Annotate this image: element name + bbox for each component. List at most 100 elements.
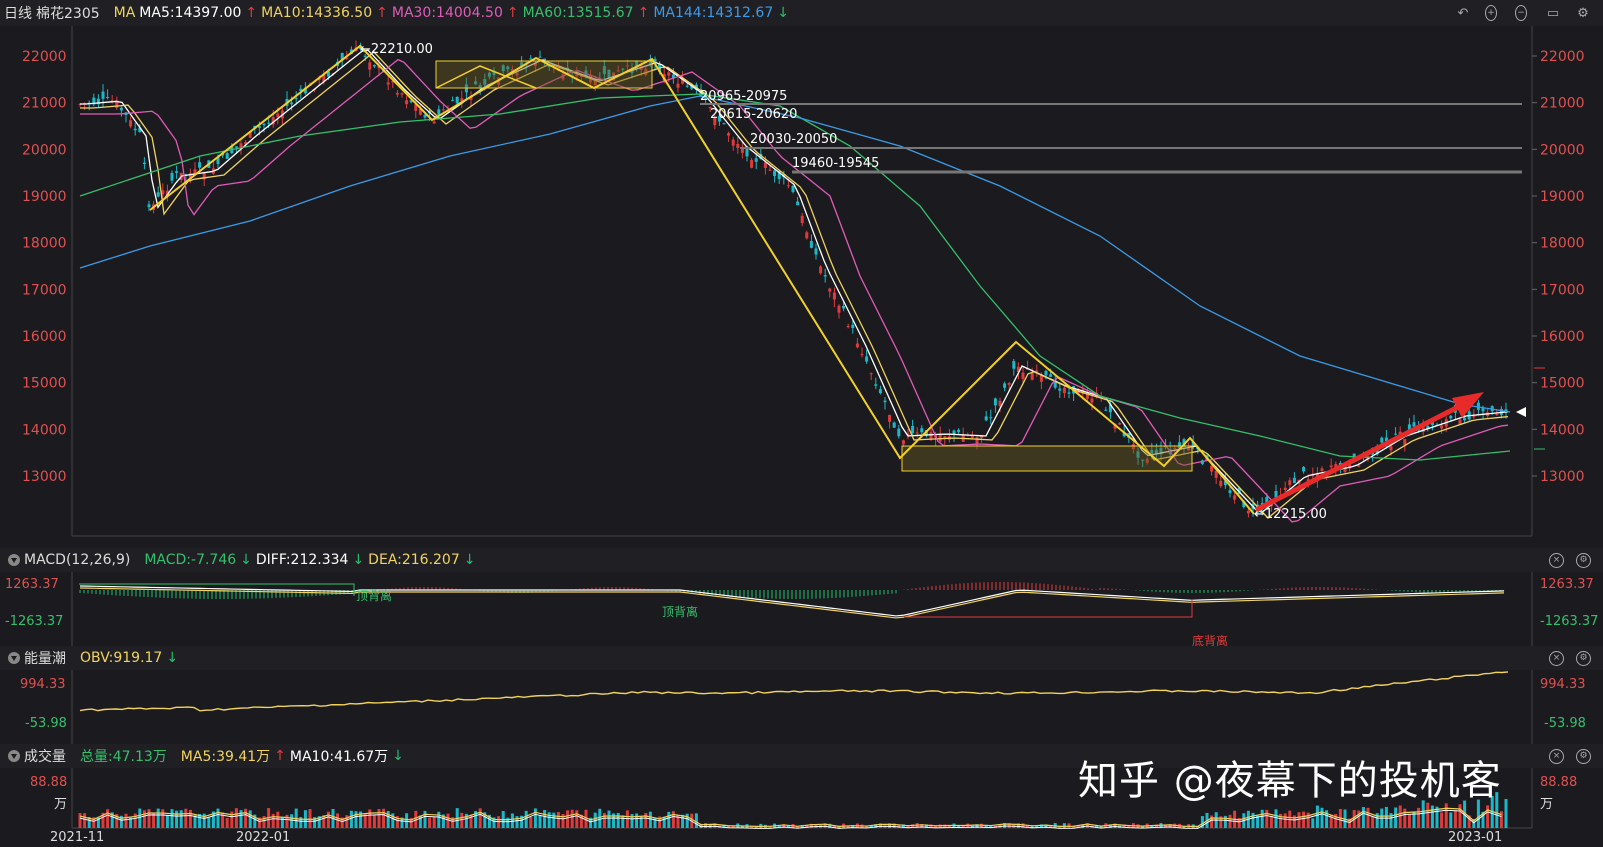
close-icon[interactable]: × [1549, 748, 1564, 764]
undo-icon[interactable]: ↶ [1455, 5, 1471, 21]
candle-body [975, 437, 979, 445]
volume-bar [1430, 805, 1434, 828]
volume-bar [405, 813, 409, 828]
volume-bar [290, 814, 294, 828]
candle-body [791, 185, 795, 192]
price-chart[interactable]: 22000 22000 21000 21000 20000 20000 19000 19000… [0, 26, 1603, 548]
volume-bar [326, 811, 330, 828]
collapse-macd-icon[interactable] [8, 554, 20, 566]
price-tick-right: 16000 [1540, 329, 1585, 345]
candle-body [736, 144, 740, 149]
candle-body [1067, 392, 1071, 394]
volume-bar [1260, 809, 1264, 828]
volume-bar [308, 809, 312, 828]
zoom-out-icon[interactable]: − [1515, 5, 1531, 21]
ma144-value: MA144:14312.67 [653, 5, 774, 21]
volume-bar [106, 809, 110, 828]
collapse-obv-icon[interactable] [8, 652, 20, 664]
obv-axis-top: 994.33 [20, 677, 66, 692]
volume-bar [1283, 813, 1287, 828]
volume-bar [138, 808, 142, 828]
volume-bar [607, 810, 611, 828]
volume-bar [529, 816, 533, 828]
gear-icon[interactable]: ⚙ [1576, 748, 1591, 764]
close-icon[interactable]: × [1549, 552, 1564, 568]
gear-icon[interactable]: ⚙ [1576, 650, 1591, 666]
candle-body [1302, 466, 1306, 472]
candle-body [538, 56, 542, 58]
volume-bar [667, 811, 671, 828]
candle-body [892, 422, 896, 428]
trend-arrow-line [1254, 401, 1466, 513]
price-tick-left: 21000 [22, 96, 67, 112]
obv-panel[interactable]: 994.33 -53.98 994.33 -53.98 [0, 670, 1603, 744]
watermark: 知乎 @夜幕下的投机客 [1078, 758, 1502, 804]
candle-body [276, 113, 280, 117]
low-annotation: ←12215.00 [1254, 507, 1327, 522]
volume-bar [244, 808, 248, 828]
volume-bar [1210, 815, 1214, 828]
macd-panel[interactable]: 1263.37 -1263.37 1263.37 -1263.37 顶背离 顶背… [0, 572, 1603, 648]
candle-body [1288, 480, 1292, 486]
candle-body [1292, 477, 1296, 484]
candle-body [1049, 374, 1053, 377]
price-chart-panel[interactable]: 22000 22000 21000 21000 20000 20000 19000 19000… [0, 26, 1603, 548]
settings-icon[interactable]: ⚙ [1575, 5, 1591, 21]
symbol-label[interactable]: 棉花2305 [36, 3, 100, 23]
gear-icon[interactable]: ⚙ [1576, 552, 1591, 568]
volume-bar [1274, 809, 1278, 828]
candle-body [368, 62, 372, 70]
period-label[interactable]: 日线 [4, 3, 32, 23]
macd-title[interactable]: MACD(12,26,9) [24, 552, 130, 568]
volume-bar [188, 809, 192, 828]
candle-body [1219, 480, 1223, 487]
candle-body [395, 92, 399, 95]
close-icon[interactable]: × [1549, 650, 1564, 666]
window-icon[interactable]: ▭ [1545, 5, 1561, 21]
candle-body [455, 96, 459, 104]
volume-bar [156, 808, 160, 828]
obv-title[interactable]: 能量潮 [24, 648, 66, 668]
candle-body [1233, 495, 1237, 500]
volume-bar [1449, 812, 1453, 828]
macd-panel-controls: × ⚙ [1549, 552, 1595, 568]
price-tick-left: 14000 [22, 422, 67, 438]
price-tick-right: 20000 [1540, 142, 1585, 158]
candle-body [1030, 372, 1034, 380]
volume-bar [368, 809, 372, 828]
candle-body [437, 109, 441, 115]
ma5-value: MA5:14397.00 [139, 5, 242, 21]
candle-body [106, 96, 110, 98]
volume-bar [437, 811, 441, 828]
candle-body [828, 288, 832, 292]
obv-axis-top-right: 994.33 [1540, 677, 1586, 692]
macd-value: MACD:-7.746 [144, 552, 237, 568]
volume-title[interactable]: 成交量 [24, 746, 66, 766]
volume-bar [556, 812, 560, 828]
zoom-in-icon[interactable]: + [1485, 5, 1501, 21]
volume-axis-top-right: 88.88 [1540, 775, 1577, 790]
macd-axis-bottom-right: -1263.37 [1540, 614, 1598, 629]
candle-body [750, 160, 754, 168]
candle-body [1058, 388, 1062, 391]
candle-body [1495, 413, 1499, 415]
date-label-2021-11: 2021-11 [50, 830, 104, 843]
volume-bar [1062, 823, 1066, 828]
candle-body [294, 98, 298, 100]
volume-bar [478, 808, 482, 828]
volume-bar [1361, 807, 1365, 828]
candle-body [1246, 510, 1250, 514]
volume-bar [377, 809, 381, 828]
candle-body [911, 425, 915, 434]
candle-body [722, 123, 726, 125]
candle-body [1357, 465, 1361, 467]
macd-chart[interactable]: 1263.37 -1263.37 1263.37 -1263.37 顶背离 顶背… [0, 572, 1603, 648]
candle-body [878, 389, 882, 394]
volume-bar [1302, 811, 1306, 828]
candle-body [989, 417, 993, 419]
volume-bar [276, 811, 280, 828]
obv-chart[interactable]: 994.33 -53.98 994.33 -53.98 [0, 670, 1603, 744]
collapse-volume-icon[interactable] [8, 750, 20, 762]
obv-axis-bottom-right: -53.98 [1544, 716, 1586, 731]
price-tick-right: 14000 [1540, 422, 1585, 438]
